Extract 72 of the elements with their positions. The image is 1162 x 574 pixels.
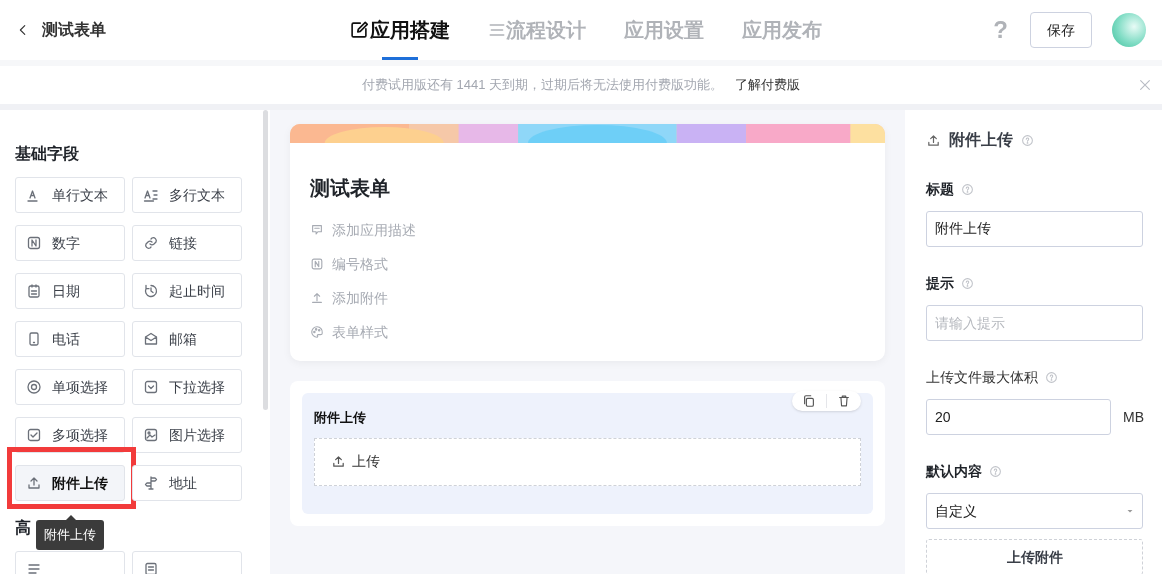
- phone-icon: [26, 331, 42, 347]
- field-type-item[interactable]: 单项选择: [15, 369, 125, 405]
- field-type-item[interactable]: 链接: [132, 225, 242, 261]
- document-icon: [143, 561, 159, 574]
- field-label: 标题: [926, 180, 954, 199]
- avatar[interactable]: [1112, 13, 1146, 47]
- field-type-item[interactable]: 多行文本: [132, 177, 242, 213]
- mail-icon: [143, 331, 159, 347]
- nav-tab[interactable]: 应用搭建: [349, 0, 450, 60]
- field-type-item[interactable]: 电话: [15, 321, 125, 357]
- help-icon[interactable]: [961, 183, 974, 196]
- scrollbar[interactable]: [263, 110, 268, 410]
- trial-message: 付费试用版还有 1441 天到期，过期后将无法使用付费版功能。: [361, 76, 724, 95]
- help-icon[interactable]: [961, 277, 974, 290]
- caret-icon: [1126, 507, 1134, 515]
- delete-icon[interactable]: [837, 394, 851, 408]
- number-icon: [310, 257, 324, 271]
- field-type-item[interactable]: 图片选择: [132, 417, 242, 453]
- palette-icon: [310, 325, 324, 339]
- close-icon[interactable]: [1138, 78, 1152, 92]
- help-icon[interactable]: [1021, 133, 1034, 147]
- upgrade-link[interactable]: 了解付费版: [735, 75, 801, 95]
- save-button[interactable]: 保存: [1030, 12, 1092, 48]
- field-type-item[interactable]: 数字: [15, 225, 125, 261]
- tab-indicator: [381, 57, 418, 60]
- checkbox-icon: [26, 427, 42, 443]
- section-heading: 高: [15, 518, 31, 538]
- upload-icon: [926, 132, 941, 148]
- tooltip: 附件上传: [36, 520, 104, 550]
- app-title: 测试表单: [42, 20, 106, 40]
- upload-icon: [310, 291, 324, 305]
- upload-attachment-button[interactable]: 上传附件: [926, 539, 1143, 574]
- help-icon[interactable]: [989, 465, 1002, 478]
- field-type-item[interactable]: 起止时间: [132, 273, 242, 309]
- input-field[interactable]: 请输入提示: [926, 305, 1143, 341]
- field-type-item[interactable]: 邮箱: [132, 321, 242, 357]
- radio-icon: [26, 379, 42, 395]
- calendar-icon: [26, 283, 42, 299]
- tooltip-arrow: [66, 515, 76, 520]
- field-type-item[interactable]: 附件上传: [15, 465, 125, 501]
- help-icon[interactable]: [1045, 371, 1058, 384]
- field-type-item[interactable]: 单行文本: [15, 177, 125, 213]
- edit-icon: [349, 20, 369, 40]
- panel-title: 附件上传: [949, 130, 1013, 150]
- comment-icon: [310, 223, 324, 237]
- upload-icon: [26, 475, 42, 491]
- number-icon: [26, 235, 42, 251]
- dropdown-icon: [143, 379, 159, 395]
- lines-icon: [26, 561, 42, 574]
- image-icon: [143, 427, 159, 443]
- clock-icon: [143, 283, 159, 299]
- input-field[interactable]: 附件上传: [926, 211, 1143, 247]
- field-type-item[interactable]: 下拉选择: [132, 369, 242, 405]
- upload-button[interactable]: 上传: [314, 437, 861, 486]
- form-title: 测试表单: [309, 176, 391, 201]
- field-label: 上传文件最大体积: [926, 368, 1038, 387]
- field-label: 附件上传: [314, 409, 367, 427]
- signpost-icon: [143, 475, 159, 491]
- field-type-item[interactable]: 地址: [132, 465, 242, 501]
- select-field[interactable]: 自定义: [926, 493, 1143, 529]
- field-label: 默认内容: [926, 462, 982, 481]
- copy-icon[interactable]: [802, 394, 816, 408]
- lines-icon: [488, 21, 506, 39]
- field-label: 提示: [926, 274, 954, 293]
- multiline-text-icon: [143, 187, 159, 203]
- input-field[interactable]: 20: [926, 399, 1111, 435]
- unit-label: MB: [1123, 407, 1143, 427]
- field-type-item[interactable]: 日期: [15, 273, 125, 309]
- field-block[interactable]: 附件上传 上传: [302, 393, 873, 514]
- upload-icon: [331, 454, 346, 469]
- section-heading: 基础字段: [15, 144, 79, 164]
- link-icon: [143, 235, 159, 251]
